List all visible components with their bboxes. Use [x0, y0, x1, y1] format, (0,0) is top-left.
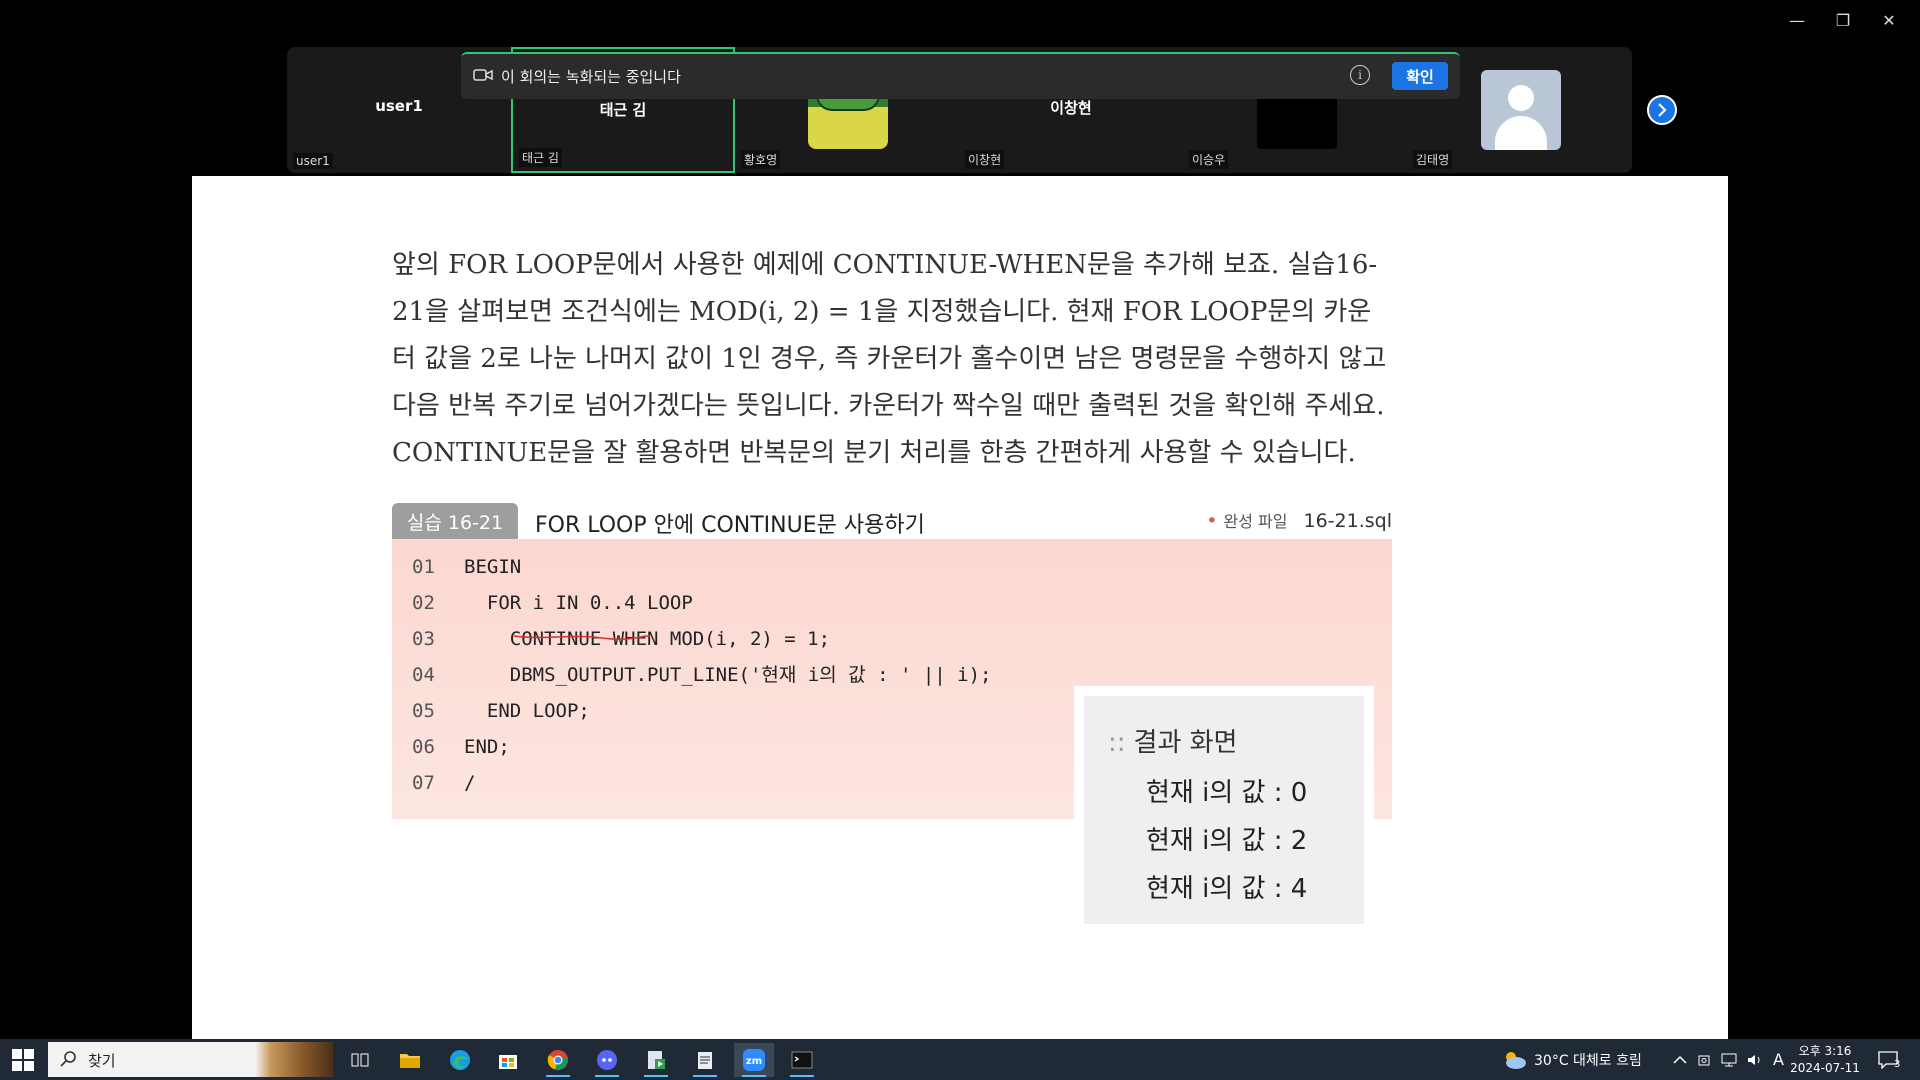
participant-label: 이승우 — [1189, 150, 1229, 169]
search-highlight-image — [255, 1042, 333, 1077]
clock-date: 2024-07-11 — [1790, 1061, 1860, 1075]
chevron-up-icon[interactable] — [1673, 1055, 1687, 1065]
meet-now-icon[interactable] — [1697, 1053, 1711, 1067]
example-tag: 실습 16-21 — [392, 503, 518, 539]
result-panel: :: 결과 화면 현재 i의 값 : 0 현재 i의 값 : 2 현재 i의 값 … — [1084, 696, 1364, 924]
cloudy-weather-icon — [1506, 1051, 1526, 1069]
confirm-button[interactable]: 확인 — [1392, 62, 1448, 90]
clock-time: 오후 3:16 — [1798, 1044, 1852, 1058]
discord-icon[interactable] — [587, 1043, 627, 1077]
search-icon — [60, 1051, 76, 1067]
media-app-icon[interactable] — [636, 1043, 676, 1077]
shared-screen-document: 앞의 FOR LOOP문에서 사용한 예제에 CONTINUE-WHEN문을 추… — [192, 176, 1728, 1039]
participant-label: user1 — [293, 153, 333, 169]
terminal-icon[interactable] — [782, 1043, 822, 1077]
participant-label: 이창현 — [965, 150, 1005, 169]
weather-widget[interactable]: 30°C 대체로 흐림 — [1502, 1039, 1642, 1080]
input-language-indicator[interactable]: A — [1773, 1050, 1784, 1069]
close-button[interactable]: ✕ — [1874, 8, 1904, 32]
taskbar-clock[interactable]: 오후 3:16 2024-07-11 — [1790, 1043, 1860, 1077]
volume-icon[interactable] — [1747, 1053, 1763, 1067]
info-icon[interactable]: i — [1350, 65, 1370, 85]
microsoft-store-icon[interactable] — [488, 1043, 528, 1077]
participant-label: 태근 김 — [519, 148, 562, 167]
participant-display-name: 태근 김 — [599, 101, 647, 119]
example-file-info: • 완성 파일 16-21.sql — [1206, 508, 1392, 532]
body-paragraph: 앞의 FOR LOOP문에서 사용한 예제에 CONTINUE-WHEN문을 추… — [392, 250, 1387, 468]
notepad-icon[interactable] — [685, 1043, 725, 1077]
participant-label: 황호영 — [741, 150, 781, 169]
taskbar-search-box[interactable]: 찾기 — [48, 1042, 333, 1077]
weather-text: 30°C 대체로 흐림 — [1534, 1052, 1642, 1069]
example-header: 실습 16-21 FOR LOOP 안에 CONTINUE문 사용하기 • 완성… — [392, 503, 1392, 539]
code-line: 01 BEGIN — [412, 556, 522, 578]
recording-banner: 이 회의는 녹화되는 중입니다 i 확인 — [461, 52, 1460, 99]
svg-text:zm: zm — [746, 1056, 762, 1067]
next-page-arrow-icon[interactable] — [1647, 95, 1677, 125]
maximize-button[interactable]: ❐ — [1828, 8, 1858, 32]
code-line: 04 DBMS_OUTPUT.PUT_LINE('현재 i의 값 : ' || … — [412, 664, 992, 686]
result-title: :: 결과 화면 — [1108, 728, 1238, 758]
taskbar: 찾기 zm 30°C 대체로 흐림 A 오후 3:16 2024-07-11 3 — [0, 1039, 1920, 1080]
code-line: 02 FOR i IN 0..4 LOOP — [412, 592, 693, 614]
video-camera-icon — [473, 69, 493, 81]
result-line: 현재 i의 값 : 0 — [1146, 778, 1308, 808]
recording-message: 이 회의는 녹화되는 중입니다 — [501, 68, 681, 86]
file-label: 완성 파일 — [1223, 512, 1288, 531]
default-avatar-icon — [1481, 70, 1561, 150]
network-icon[interactable] — [1721, 1053, 1737, 1067]
participant-display-name: user1 — [375, 97, 423, 115]
example-title: FOR LOOP 안에 CONTINUE문 사용하기 — [535, 513, 925, 538]
file-name: 16-21.sql — [1303, 510, 1393, 532]
code-line: 06 END; — [412, 736, 510, 758]
participant-label: 김태영 — [1413, 150, 1453, 169]
edge-browser-icon[interactable] — [440, 1043, 480, 1077]
file-explorer-icon[interactable] — [390, 1043, 430, 1077]
notification-count: 3 — [1894, 1059, 1901, 1070]
code-line: 05 END LOOP; — [412, 700, 590, 722]
participant-display-name: 이창현 — [1050, 99, 1092, 117]
code-line: 07/ — [412, 772, 476, 794]
search-placeholder: 찾기 — [88, 1052, 116, 1070]
result-line: 현재 i의 값 : 4 — [1146, 874, 1308, 904]
notification-center[interactable]: 3 — [1878, 1039, 1900, 1080]
bullet: • — [1206, 510, 1218, 532]
result-line: 현재 i의 값 : 2 — [1146, 826, 1308, 856]
system-tray: A — [1673, 1039, 1784, 1080]
minimize-button[interactable]: — — [1782, 8, 1812, 32]
chrome-icon[interactable] — [538, 1043, 578, 1077]
windows-start-icon[interactable] — [12, 1049, 34, 1071]
handwritten-underline-annotation — [513, 635, 651, 640]
zoom-icon[interactable]: zm — [734, 1043, 774, 1077]
task-view-icon[interactable] — [340, 1043, 380, 1077]
